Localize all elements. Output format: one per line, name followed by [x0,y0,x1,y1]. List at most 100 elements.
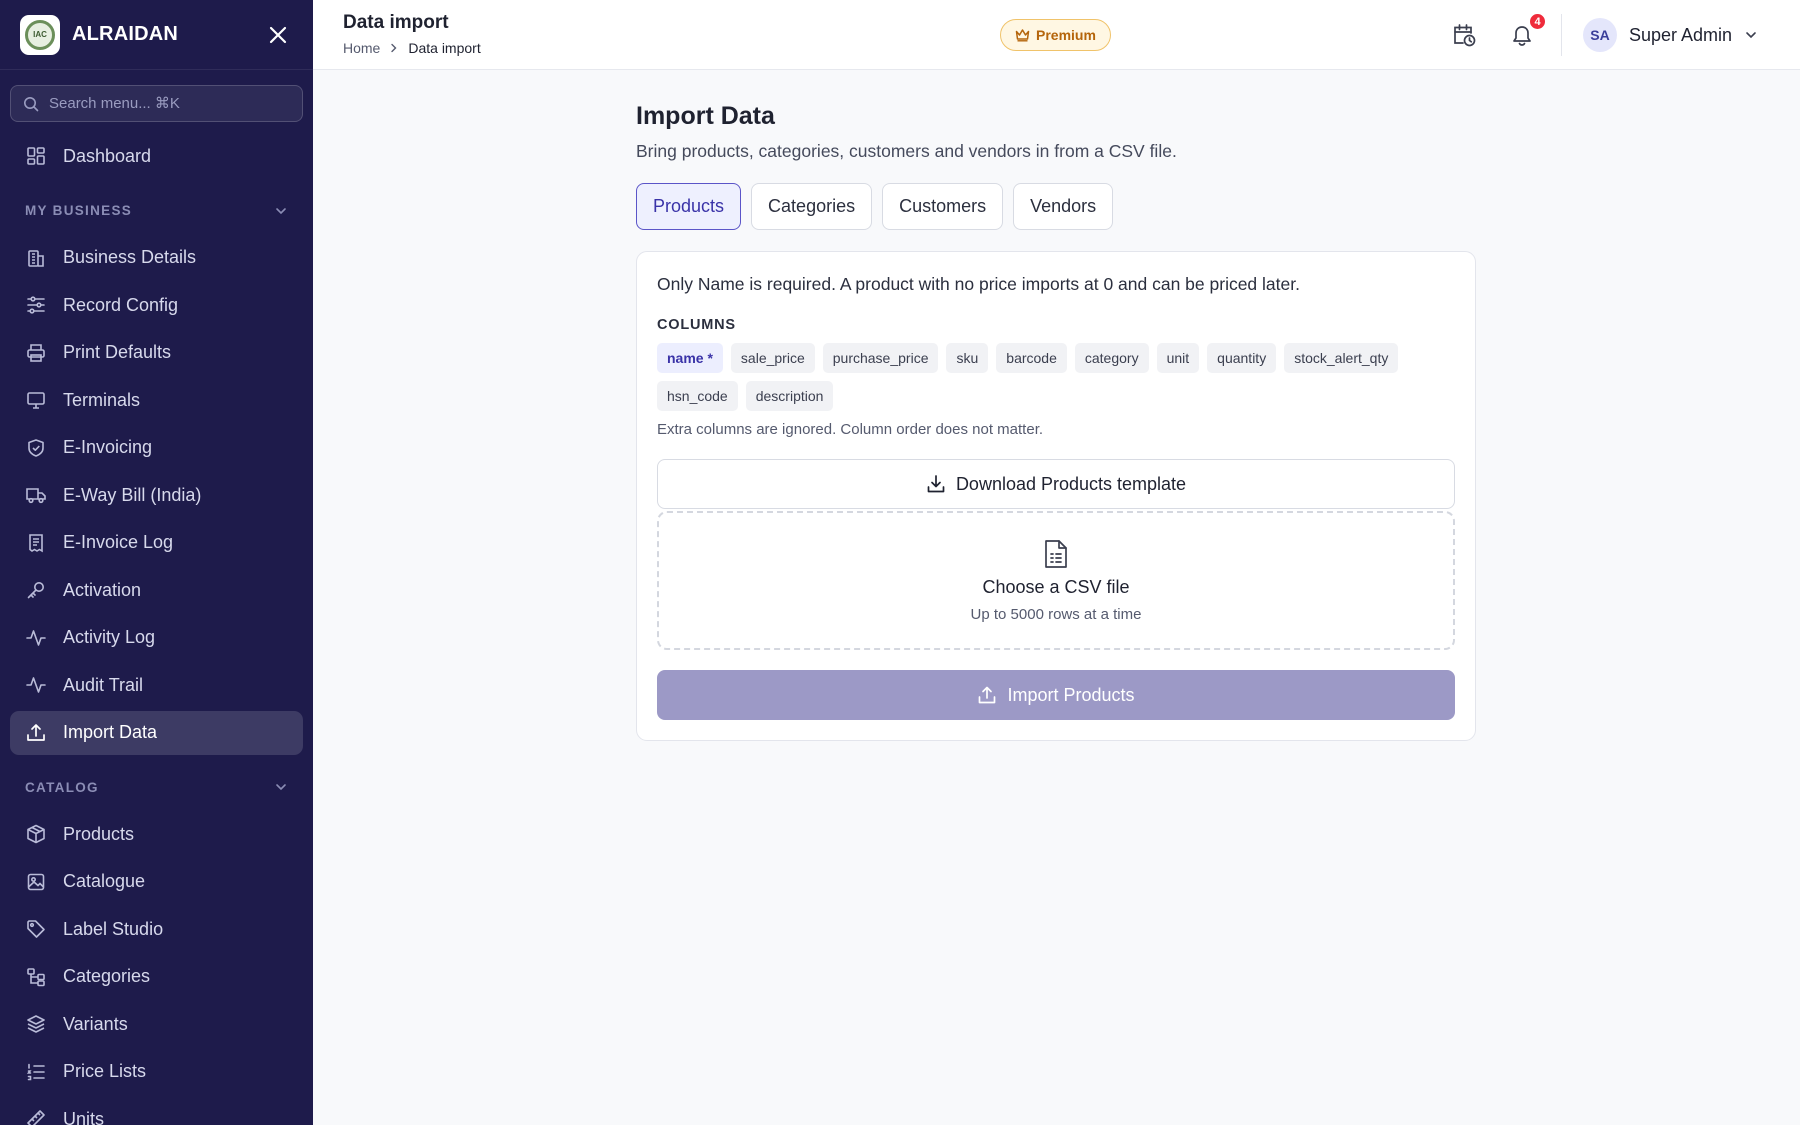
sidebar-item-label: Label Studio [63,918,164,939]
notification-count-badge: 4 [1528,12,1547,31]
page-title: Data import [343,12,449,33]
main-content: Import Data Bring products, categories, … [636,102,1476,741]
sidebar-item-business-details[interactable]: Business Details [10,236,303,280]
download-icon [926,474,946,494]
brand-name: ALRAIDAN [72,23,179,45]
sidebar-item-variants[interactable]: Variants [10,1002,303,1046]
tag-icon [25,918,47,940]
sidebar-search[interactable] [10,85,303,122]
import-subtitle: Bring products, categories, customers an… [636,141,1177,161]
sidebar-item-label: E-Invoice Log [63,532,174,552]
required-note: Only Name is required. A product with no… [657,274,1300,294]
column-chip: unit [1156,343,1200,373]
extra-columns-note: Extra columns are ignored. Column order … [657,421,1044,438]
columns-list: name * sale_price purchase_price sku bar… [657,343,1447,419]
crown-icon [1015,28,1030,42]
layers-icon [25,1013,47,1035]
dropzone-subtitle: Up to 5000 rows at a time [970,605,1142,623]
sidebar-item-label: Variants [63,1013,128,1034]
premium-label: Premium [1036,27,1096,43]
sidebar-item-label: Terminals [63,389,141,410]
chevron-right-icon [388,42,400,54]
section-title: MY BUSINESS [25,203,133,218]
schedule-button[interactable] [1449,20,1479,50]
package-icon [25,823,47,845]
shield-check-icon [25,437,47,459]
list-ordered-icon [25,1061,47,1083]
sidebar-item-record-config[interactable]: Record Config [10,283,303,327]
upload-icon [977,685,997,705]
column-chip: purchase_price [822,343,939,373]
sidebar-item-label: Record Config [63,294,179,315]
column-chip: description [745,381,834,411]
user-menu[interactable]: SA Super Admin [1583,17,1758,53]
sidebar-item-label: Import Data [63,722,158,742]
section-catalog[interactable]: CATALOG [10,758,303,812]
brand-logo: IAC [20,14,60,55]
sidebar-item-e-invoice-log[interactable]: E-Invoice Log [10,521,303,565]
sidebar-item-units[interactable]: Units [10,1097,303,1125]
sidebar-item-products[interactable]: Products [10,812,303,856]
column-chip: quantity [1207,343,1277,373]
sidebar-item-label-studio[interactable]: Label Studio [10,907,303,951]
sidebar-item-activation[interactable]: Activation [10,568,303,612]
printer-icon [25,342,47,364]
sidebar-item-label: Products [63,823,135,844]
sidebar-item-price-lists[interactable]: Price Lists [10,1050,303,1094]
import-products-button[interactable]: Import Products [657,670,1455,720]
dashboard-icon [25,145,47,167]
breadcrumb-home-link[interactable]: Home [343,40,380,56]
image-icon [25,871,47,893]
search-icon [24,96,39,111]
download-template-label: Download Products template [955,473,1187,494]
close-icon [269,26,287,43]
sidebar: IAC ALRAIDAN Dashboard MY BUSINESS Busin… [0,0,313,1125]
sliders-icon [25,294,47,316]
section-title: CATALOG [25,779,99,795]
avatar: SA [1583,18,1617,52]
truck-icon [25,484,47,506]
tab-customers[interactable]: Customers [882,183,1004,230]
sidebar-item-label: Print Defaults [63,342,172,362]
sidebar-item-label: E-Invoicing [63,437,153,457]
sidebar-item-catalogue[interactable]: Catalogue [10,860,303,904]
import-card: Only Name is required. A product with no… [636,251,1476,741]
column-chip: barcode [996,343,1067,373]
tab-vendors[interactable]: Vendors [1013,183,1114,230]
column-chip: category [1074,343,1149,373]
section-my-business[interactable]: MY BUSINESS [10,182,303,236]
receipt-icon [25,532,47,554]
sidebar-item-label: E-Way Bill (India) [63,484,202,505]
sidebar-item-e-invoicing[interactable]: E-Invoicing [10,426,303,470]
top-header: Data import Home Data import Premium 4 S… [313,0,1800,70]
sidebar-item-import-data[interactable]: Import Data [10,710,303,755]
sidebar-item-terminals[interactable]: Terminals [10,378,303,422]
sidebar-item-e-way-bill[interactable]: E-Way Bill (India) [10,473,303,517]
sidebar-item-label: Business Details [63,247,197,267]
tree-icon [25,966,47,988]
sidebar-item-print-defaults[interactable]: Print Defaults [10,331,303,375]
notifications-button[interactable]: 4 [1507,12,1547,50]
sidebar-search-input[interactable] [49,95,289,112]
sidebar-item-label: Dashboard [63,145,152,166]
calendar-clock-icon [1454,24,1476,47]
ruler-icon [25,1108,47,1125]
csv-dropzone[interactable]: Choose a CSV file Up to 5000 rows at a t… [657,511,1455,650]
sidebar-item-label: Audit Trail [63,674,144,695]
column-chip: stock_alert_qty [1284,343,1399,373]
sidebar-item-audit-trail[interactable]: Audit Trail [10,663,303,707]
tab-products[interactable]: Products [636,183,742,230]
sidebar-item-dashboard[interactable]: Dashboard [10,134,303,178]
column-chip: sku [946,343,989,373]
monitor-icon [25,389,47,411]
premium-badge[interactable]: Premium [1000,19,1111,51]
sidebar-item-label: Categories [63,966,151,986]
activity-icon [25,627,47,649]
header-divider [1561,14,1562,56]
upload-icon [25,722,47,744]
sidebar-item-categories[interactable]: Categories [10,955,303,999]
close-sidebar-button[interactable] [263,20,293,50]
download-template-button[interactable]: Download Products template [657,459,1455,509]
sidebar-item-activity-log[interactable]: Activity Log [10,616,303,660]
tab-categories[interactable]: Categories [751,183,873,230]
